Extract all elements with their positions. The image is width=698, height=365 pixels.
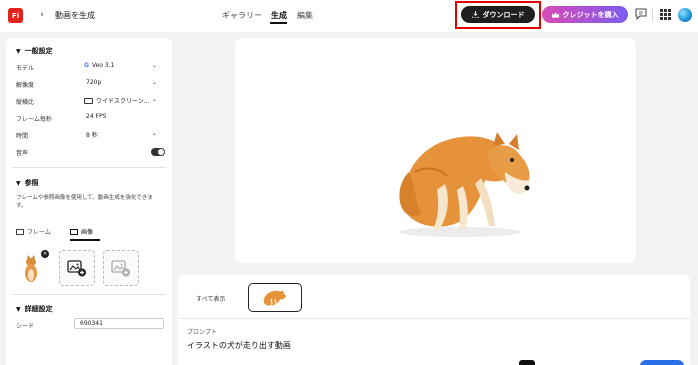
app-logo[interactable]: Fi <box>8 8 23 23</box>
user-avatar[interactable] <box>678 8 692 22</box>
frame-icon <box>16 228 24 235</box>
advanced-settings-title: 詳細設定 <box>24 305 53 313</box>
tab-images-label: 画像 <box>81 229 94 236</box>
add-image-slot-disabled[interactable] <box>103 250 139 286</box>
audio-label: 音声 <box>16 150 29 157</box>
add-image-slot[interactable] <box>59 250 95 286</box>
chevron-down-icon[interactable]: ⌄ <box>152 130 157 137</box>
tab-gallery[interactable]: ギャラリー <box>222 10 262 21</box>
add-image-icon <box>67 260 86 277</box>
section-divider <box>12 167 166 168</box>
resolution-label: 解像度 <box>16 82 35 89</box>
fps-value: 24 FPS <box>86 113 107 120</box>
buy-credits-label: クレジットを購入 <box>562 10 619 19</box>
dog-thumbnail-image <box>263 289 286 306</box>
back-arrow-icon[interactable]: ‹ <box>36 9 48 21</box>
resolution-value: 720p <box>86 79 102 86</box>
widescreen-icon <box>84 97 93 104</box>
aspect-ratio-value: ワイドスクリーン... <box>96 98 150 105</box>
header-divider <box>652 8 653 22</box>
gemini-g-icon: G <box>84 62 89 69</box>
prompt-label: プロンプト <box>187 329 217 336</box>
chevron-down-icon: ▼ <box>16 305 21 313</box>
duration-label: 時間 <box>16 133 29 140</box>
section-divider <box>12 294 166 295</box>
tab-images[interactable]: 画像 <box>70 227 93 236</box>
general-settings-header[interactable]: ▼ 一般設定 <box>16 46 53 56</box>
remove-image-icon[interactable]: ✕ <box>41 250 49 258</box>
reference-description: フレームや参照画像を使用して、動画生成を強化できます。 <box>16 195 153 209</box>
add-image-icon <box>111 260 130 277</box>
generated-dog-illustration <box>398 132 530 237</box>
download-button[interactable]: ダウンロード <box>461 6 535 23</box>
crown-icon <box>551 11 559 18</box>
active-tab-indicator <box>270 22 287 24</box>
tab-generate[interactable]: 生成 <box>271 10 287 21</box>
tab-edit[interactable]: 編集 <box>297 10 313 21</box>
model-value: Veo 3.1 <box>91 62 115 69</box>
bottom-dark-control[interactable] <box>519 360 535 365</box>
reference-title: 参照 <box>24 179 39 187</box>
buy-credits-button[interactable]: クレジットを購入 <box>542 6 628 23</box>
page-title: 動画を生成 <box>55 11 95 20</box>
chevron-down-icon[interactable]: ⌄ <box>152 96 157 103</box>
model-label: モデル <box>16 65 35 72</box>
aspect-ratio-select[interactable]: ワイドスクリーン... <box>84 96 149 105</box>
download-icon <box>471 11 479 18</box>
prompt-divider <box>178 318 690 319</box>
aspect-ratio-label: 縦横比 <box>16 99 35 106</box>
show-all-button[interactable]: すべて表示 <box>196 294 225 303</box>
image-icon <box>70 228 78 235</box>
prompt-text[interactable]: イラストの犬が走り出す動画 <box>187 340 291 351</box>
chevron-down-icon: ▼ <box>16 47 21 55</box>
audio-toggle[interactable] <box>151 148 165 156</box>
active-ref-tab-indicator <box>70 239 100 241</box>
resolution-select[interactable]: 720p <box>86 79 101 86</box>
duration-select[interactable]: 8 秒 <box>86 130 98 139</box>
reference-image-thumbnail[interactable] <box>22 252 40 284</box>
duration-value: 8 秒 <box>86 132 98 139</box>
tab-frames[interactable]: フレーム <box>16 227 51 236</box>
download-label: ダウンロード <box>482 10 525 19</box>
tab-frames-label: フレーム <box>27 229 51 236</box>
top-bar: Fi ‹ 動画を生成 ギャラリー 生成 編集 ダウンロード クレジットを購入 <box>0 0 698 32</box>
generated-video-thumbnail[interactable] <box>248 283 302 312</box>
generate-button-partial[interactable] <box>640 360 684 365</box>
model-select[interactable]: G Veo 3.1 <box>84 62 114 69</box>
fps-label: フレーム毎秒 <box>16 116 52 123</box>
general-settings-title: 一般設定 <box>24 47 53 55</box>
settings-panel: ▼ 一般設定 モデル G Veo 3.1 ⌄ 解像度 720p ⌄ 縦横比 ワイ… <box>6 38 172 365</box>
apps-grid-icon[interactable] <box>660 9 671 20</box>
chevron-down-icon[interactable]: ⌄ <box>152 79 157 86</box>
feedback-chat-icon[interactable] <box>635 8 647 20</box>
chevron-down-icon[interactable]: ⌄ <box>152 62 157 69</box>
seed-input[interactable]: 690341 <box>74 318 164 329</box>
reference-header[interactable]: ▼ 参照 <box>16 178 39 188</box>
advanced-settings-header[interactable]: ▼ 詳細設定 <box>16 304 53 314</box>
chevron-down-icon: ▼ <box>16 179 21 187</box>
seed-label: シード <box>16 323 35 330</box>
